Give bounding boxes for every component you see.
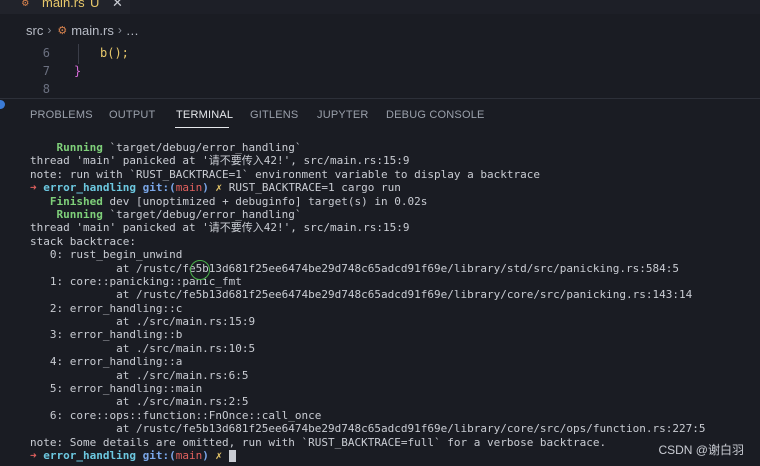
chevron-right-icon: › <box>117 23 122 37</box>
terminal-line: note: Some details are omitted, run with… <box>30 435 607 449</box>
terminal-output[interactable]: Running `target/debug/error_handling` th… <box>30 141 758 462</box>
rust-file-icon: ⚙ <box>22 0 29 9</box>
watermark: CSDN @谢白羽 <box>658 443 744 457</box>
prompt-line: ➜ error_handling git:(main) ✗ <box>30 449 758 462</box>
code-line: b(); <box>100 46 129 60</box>
backtrace-line: 1: core::panicking::panic_fmt <box>30 274 242 288</box>
backtrace-line: at ./src/main.rs:10:5 <box>30 341 256 355</box>
backtrace-line: at /rustc/fe5b13d681f25ee6474be29d748c65… <box>30 288 693 302</box>
indent-guide <box>78 44 79 64</box>
chevron-right-icon: › <box>47 23 52 37</box>
active-tab-underline <box>175 127 229 128</box>
tab-main-rs[interactable]: ⚙ main.rs U ✕ <box>0 0 130 14</box>
backtrace-line: at ./src/main.rs:6:5 <box>30 368 249 382</box>
backtrace-line: at /rustc/fe5b13d681f25ee6474be29d748c65… <box>30 422 706 436</box>
line-number: 6 <box>42 46 50 60</box>
backtrace-line: at ./src/main.rs:15:9 <box>30 315 256 329</box>
backtrace-line: 3: error_handling::b <box>30 328 183 342</box>
tab-terminal[interactable]: TERMINAL <box>176 109 233 121</box>
tab-output[interactable]: OUTPUT <box>109 109 155 121</box>
terminal-line: Finished dev [unoptimized + debuginfo] t… <box>49 194 428 208</box>
untracked-status-badge: U <box>90 0 100 10</box>
backtrace-line: 6: core::ops::function::FnOnce::call_onc… <box>30 408 322 422</box>
breadcrumb-file[interactable]: main.rs <box>71 23 114 38</box>
panel-divider[interactable] <box>0 98 760 99</box>
rust-file-icon: ⚙ <box>57 24 68 37</box>
editor-tab-bar: ⚙ main.rs U ✕ <box>0 0 760 14</box>
close-icon[interactable]: ✕ <box>112 0 123 11</box>
code-editor[interactable]: 6 b(); 7 } 8 <box>0 42 760 96</box>
code-line: } <box>74 64 82 78</box>
prompt-arrow-icon: ➜ <box>30 448 37 462</box>
panel-tab-bar: PROBLEMS OUTPUT TERMINAL GITLENS JUPYTER… <box>0 104 760 130</box>
terminal-line: thread 'main' panicked at '请不要传入42!', sr… <box>30 221 410 235</box>
breadcrumb: src › ⚙ main.rs › … <box>26 21 139 39</box>
terminal-line: note: run with `RUST_BACKTRACE=1` enviro… <box>30 167 540 181</box>
backtrace-line: at /rustc/fe5b13d681f25ee6474be29d748c65… <box>30 261 680 275</box>
backtrace-line: 5: error_handling::main <box>30 382 203 396</box>
terminal-line: stack backtrace: <box>30 234 136 248</box>
backtrace-line: 2: error_handling::c <box>30 301 183 315</box>
backtrace-line: 0: rust_begin_unwind <box>30 248 183 262</box>
breadcrumb-symbol[interactable]: … <box>126 23 139 38</box>
tab-jupyter[interactable]: JUPYTER <box>317 109 369 121</box>
tab-label: main.rs <box>42 0 85 10</box>
backtrace-line: at ./src/main.rs:2:5 <box>30 395 249 409</box>
prompt-line: ➜ error_handling git:(main) ✗ RUST_BACKT… <box>30 181 401 195</box>
tab-debug-console[interactable]: DEBUG CONSOLE <box>386 109 485 121</box>
prompt-arrow-icon: ➜ <box>30 181 37 195</box>
breadcrumb-folder[interactable]: src <box>26 23 43 38</box>
backtrace-line: 4: error_handling::a <box>30 355 183 369</box>
tab-problems[interactable]: PROBLEMS <box>30 109 93 121</box>
line-number: 7 <box>42 64 50 78</box>
line-number: 8 <box>42 82 50 96</box>
terminal-cursor <box>228 449 236 462</box>
terminal-line: thread 'main' panicked at '请不要传入42!', sr… <box>30 154 410 168</box>
click-indicator-ring <box>190 260 210 280</box>
tab-gitlens[interactable]: GITLENS <box>250 109 298 121</box>
terminal-line: Running `target/debug/error_handling` <box>56 141 302 154</box>
terminal-line: Running `target/debug/error_handling` <box>56 207 302 221</box>
